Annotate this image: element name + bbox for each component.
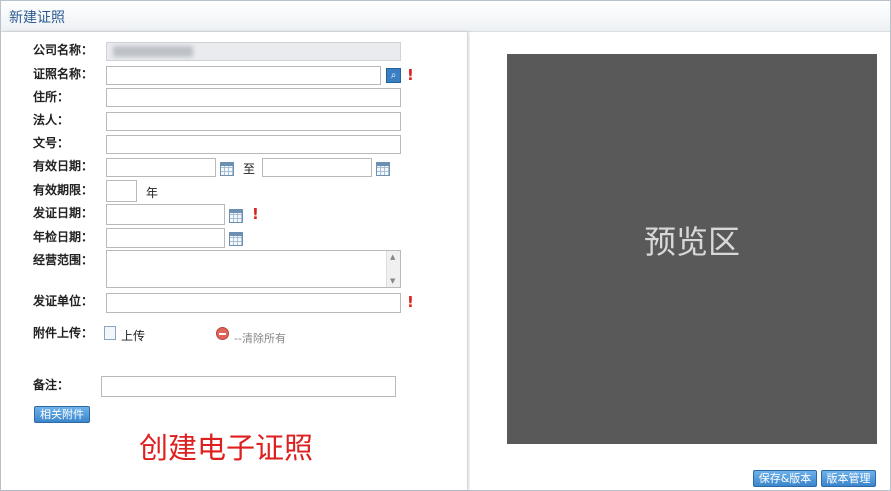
issuing-authority-label: 发证单位： [33, 294, 94, 308]
valid-date-separator: 至 [243, 162, 256, 176]
legal-person-input[interactable] [106, 112, 401, 131]
address-input[interactable] [106, 88, 401, 107]
version-manage-button[interactable]: 版本管理 [821, 470, 876, 487]
scroll-up-icon[interactable]: ▲ [390, 253, 395, 261]
issue-date-label: 发证日期： [33, 206, 94, 220]
required-icon: ! [407, 293, 414, 311]
save-version-button[interactable]: 保存&版本 [753, 470, 817, 487]
clear-icon[interactable] [216, 327, 229, 340]
valid-period-label: 有效期限： [33, 183, 94, 197]
doc-no-label: 文号： [33, 136, 70, 150]
legal-person-label: 法人： [33, 113, 70, 127]
preview-label: 预览区 [643, 223, 740, 261]
license-name-label: 证照名称： [33, 67, 94, 81]
calendar-icon[interactable] [376, 162, 390, 176]
valid-period-unit: 年 [146, 186, 159, 200]
scrollbar[interactable]: ▲ ▼ [386, 251, 400, 287]
company-name-field [106, 42, 401, 61]
form-panel: 公司名称： 证照名称： ⌕ ! 住所： 法人： 文号： 有效日期： 至 有效期限… [1, 32, 468, 490]
issue-date-input[interactable] [106, 204, 225, 225]
preview-panel: 预览区 保存&版本 版本管理 [470, 32, 890, 490]
related-attachments-button[interactable]: 相关附件 [34, 406, 90, 423]
scroll-down-icon[interactable]: ▼ [390, 277, 395, 285]
preview-area: 预览区 [507, 54, 877, 444]
window-title: 新建证照 [9, 10, 65, 26]
doc-no-input[interactable] [106, 135, 401, 154]
address-label: 住所： [33, 90, 70, 104]
valid-date-start-input[interactable] [106, 158, 216, 177]
issuing-authority-input[interactable] [106, 293, 401, 313]
valid-date-end-input[interactable] [262, 158, 372, 177]
license-name-input[interactable] [106, 66, 381, 85]
required-icon: ! [252, 205, 259, 223]
business-scope-label: 经营范围： [33, 253, 94, 267]
annual-check-date-label: 年检日期： [33, 230, 94, 244]
clear-all-link[interactable]: --清除所有 [234, 330, 286, 346]
remark-label: 备注： [33, 378, 70, 392]
calendar-icon[interactable] [229, 232, 243, 246]
upload-link[interactable]: 上传 [121, 327, 145, 344]
remark-input[interactable] [101, 376, 396, 397]
overlay-caption: 创建电子证照 [139, 431, 314, 465]
company-name-label: 公司名称： [33, 43, 94, 57]
business-scope-textarea[interactable]: ▲ ▼ [106, 250, 401, 288]
title-bar: 新建证照 [1, 1, 890, 32]
calendar-icon[interactable] [220, 162, 234, 176]
attachment-label: 附件上传： [33, 326, 94, 340]
annual-check-date-input[interactable] [106, 228, 225, 248]
search-icon[interactable]: ⌕ [386, 68, 401, 83]
calendar-icon[interactable] [229, 209, 243, 223]
valid-period-input[interactable] [106, 180, 137, 202]
valid-date-label: 有效日期： [33, 159, 94, 173]
redacted-value [113, 46, 193, 57]
upload-icon[interactable] [104, 326, 116, 340]
required-icon: ! [407, 66, 414, 84]
